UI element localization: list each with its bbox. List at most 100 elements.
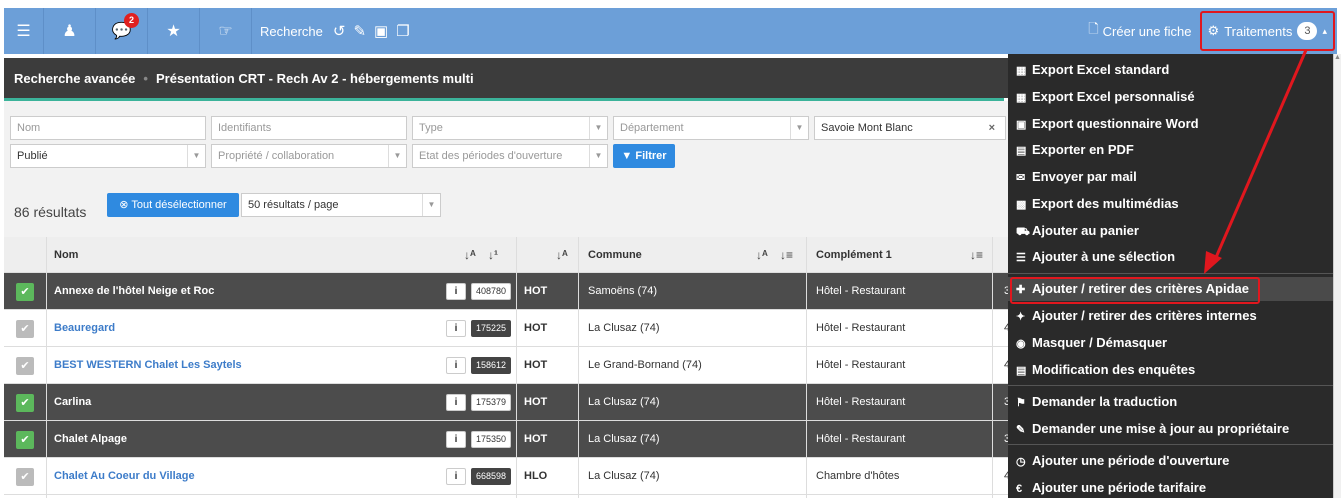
- menu-item-export-excel-personnalise[interactable]: ▦ Export Excel personnalisé: [1008, 85, 1333, 109]
- search-toolbar: Recherche ↺ ✎ ▣ ❐: [252, 8, 410, 54]
- menu-item-label: Export des multimédias: [1032, 196, 1179, 211]
- row-type: HOT: [524, 433, 548, 445]
- pencil-icon[interactable]: ✎: [353, 22, 366, 40]
- cart-icon: ⛟: [1016, 226, 1030, 238]
- sort-amount-icon[interactable]: ↓≡: [780, 237, 793, 273]
- menu-item-periode-ouverture[interactable]: ◷ Ajouter une période d'ouverture: [1008, 449, 1333, 473]
- scroll-up-icon[interactable]: ▲: [1334, 54, 1341, 61]
- row-name[interactable]: Beauregard: [54, 310, 434, 347]
- row-id-badge: 175379: [471, 394, 511, 411]
- table-icon: ▦: [1016, 65, 1027, 77]
- menu-item-export-word[interactable]: ▣ Export questionnaire Word: [1008, 112, 1333, 136]
- menu-item-label: Ajouter / retirer des critères internes: [1032, 308, 1257, 323]
- row-checkbox[interactable]: ✔: [16, 431, 34, 449]
- undo-icon[interactable]: ↺: [333, 22, 346, 40]
- column-header-complement[interactable]: Complément 1: [816, 237, 892, 273]
- row-commune: La Clusaz (74): [588, 322, 660, 334]
- menu-item-envoyer-mail[interactable]: ✉ Envoyer par mail: [1008, 165, 1333, 189]
- propriete-filter-select[interactable]: Propriété / collaboration ▼: [211, 144, 407, 168]
- deselect-all-button[interactable]: ⊗ Tout désélectionner: [107, 193, 239, 217]
- image-icon: ▩: [1016, 199, 1027, 211]
- sort-numeric-icon[interactable]: ↓¹: [488, 237, 498, 273]
- etat-filter-select[interactable]: Publié ▼: [10, 144, 206, 168]
- favorites-button[interactable]: ★: [148, 8, 200, 54]
- breadcrumb-separator: •: [143, 70, 148, 86]
- sort-alpha-icon[interactable]: ↓ᴬ: [556, 237, 568, 273]
- menu-item-label: Demander la traduction: [1032, 394, 1178, 409]
- info-icon[interactable]: i: [446, 431, 466, 448]
- row-name[interactable]: Carlina: [54, 384, 434, 421]
- menu-item-label: Ajouter à une sélection: [1032, 249, 1176, 264]
- flag-icon: ⚑: [1016, 397, 1026, 409]
- row-type: HOT: [524, 285, 548, 297]
- territoire-filter-select[interactable]: Savoie Mont Blanc ×: [814, 116, 1006, 140]
- info-icon[interactable]: i: [446, 357, 466, 374]
- name-filter-input[interactable]: Nom: [10, 116, 206, 140]
- menu-item-mise-a-jour[interactable]: ✎ Demander une mise à jour au propriétair…: [1008, 417, 1333, 441]
- menu-toggle-button[interactable]: ☰: [4, 8, 44, 54]
- envelope-icon: ✉: [1016, 172, 1026, 184]
- save-icon[interactable]: ▣: [374, 22, 388, 40]
- comments-button[interactable]: 💬 2: [96, 8, 148, 54]
- clear-icon[interactable]: ×: [989, 117, 995, 139]
- row-name[interactable]: Annexe de l'hôtel Neige et Roc: [54, 273, 434, 310]
- menu-item-label: Export questionnaire Word: [1032, 116, 1199, 131]
- share-button[interactable]: ☞: [200, 8, 252, 54]
- row-complement: Hôtel - Restaurant: [816, 433, 906, 445]
- traitements-button[interactable]: ⚙ Traitements 3 ▴: [1199, 11, 1335, 51]
- row-complement: Hôtel - Restaurant: [816, 396, 906, 408]
- row-id-badge: 175225: [471, 320, 511, 337]
- sort-alpha-icon[interactable]: ↓ᴬ: [464, 237, 476, 273]
- info-icon[interactable]: i: [446, 394, 466, 411]
- menu-item-export-pdf[interactable]: ▤ Exporter en PDF: [1008, 138, 1333, 162]
- menu-scrollbar[interactable]: ▲: [1333, 54, 1341, 498]
- user-button[interactable]: ♟: [44, 8, 96, 54]
- filter-button[interactable]: ▼ Filtrer: [613, 144, 675, 168]
- menu-item-ajouter-panier[interactable]: ⛟ Ajouter au panier: [1008, 219, 1333, 243]
- periodes-filter-select[interactable]: Etat des périodes d'ouverture ▼: [412, 144, 608, 168]
- annotation-highlight-box: [1010, 277, 1260, 304]
- menu-item-traduction[interactable]: ⚑ Demander la traduction: [1008, 390, 1333, 414]
- menu-item-ajouter-selection[interactable]: ☰ Ajouter à une sélection: [1008, 245, 1333, 269]
- row-name[interactable]: Chalet Alpage: [54, 421, 434, 458]
- menu-item-label: Export Excel standard: [1032, 62, 1170, 77]
- copy-icon[interactable]: ❐: [396, 22, 409, 40]
- row-checkbox[interactable]: ✔: [16, 394, 34, 412]
- row-checkbox[interactable]: ✔: [16, 283, 34, 301]
- menu-item-export-excel-standard[interactable]: ▦ Export Excel standard: [1008, 58, 1333, 82]
- menu-item-enquetes[interactable]: ▤ Modification des enquêtes: [1008, 358, 1333, 382]
- breadcrumb-section[interactable]: Recherche avancée: [14, 71, 135, 86]
- row-checkbox[interactable]: ✔: [16, 468, 34, 486]
- column-divider: [806, 237, 807, 498]
- row-name[interactable]: Chalet Au Coeur du Village: [54, 458, 434, 495]
- column-header-nom[interactable]: Nom: [54, 237, 78, 273]
- menu-item-masquer[interactable]: ◉ Masquer / Démasquer: [1008, 331, 1333, 355]
- filter-button-label: Filtrer: [635, 150, 667, 162]
- info-icon[interactable]: i: [446, 320, 466, 337]
- per-page-select[interactable]: 50 résultats / page ▼: [241, 193, 441, 217]
- menu-item-export-multimedias[interactable]: ▩ Export des multimédias: [1008, 192, 1333, 216]
- recherche-label[interactable]: Recherche: [260, 24, 323, 39]
- edit-icon: ✎: [1016, 424, 1026, 436]
- create-record-button[interactable]: 🗋 Créer une fiche: [1080, 8, 1199, 54]
- row-checkbox[interactable]: ✔: [16, 357, 34, 375]
- menu-item-periode-tarifaire[interactable]: € Ajouter une période tarifaire: [1008, 476, 1333, 498]
- row-complement: Hôtel - Restaurant: [816, 322, 906, 334]
- info-icon[interactable]: i: [446, 468, 466, 485]
- type-filter-select[interactable]: Type ▼: [412, 116, 608, 140]
- sort-alpha-icon[interactable]: ↓ᴬ: [756, 237, 768, 273]
- document-icon: ▤: [1016, 365, 1027, 377]
- row-name[interactable]: BEST WESTERN Chalet Les Saytels: [54, 347, 434, 384]
- chevron-down-icon: ▼: [187, 145, 205, 167]
- word-file-icon: ▣: [1016, 119, 1027, 131]
- info-icon[interactable]: i: [446, 283, 466, 300]
- sort-amount-icon[interactable]: ↓≡: [970, 237, 983, 273]
- menu-item-criteres-internes[interactable]: ✦ Ajouter / retirer des critères internes: [1008, 304, 1333, 328]
- row-commune: La Clusaz (74): [588, 470, 660, 482]
- identifiants-filter-input[interactable]: Identifiants: [211, 116, 407, 140]
- column-header-commune[interactable]: Commune: [588, 237, 642, 273]
- row-checkbox[interactable]: ✔: [16, 320, 34, 338]
- clock-icon: ◷: [1016, 456, 1026, 468]
- departement-filter-select[interactable]: Département ▼: [613, 116, 809, 140]
- user-icon: ♟: [62, 23, 77, 40]
